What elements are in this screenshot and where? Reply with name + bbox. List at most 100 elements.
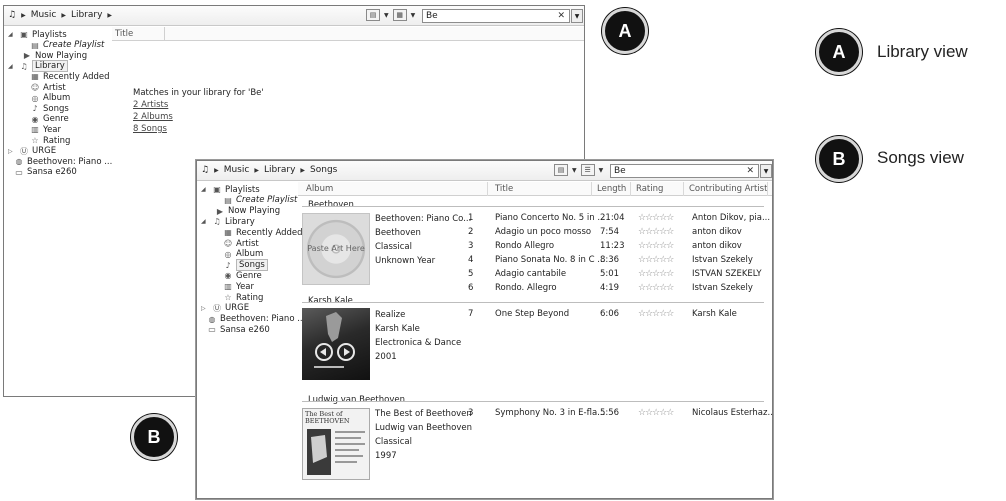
music-note-icon[interactable]: ♫ [8, 10, 16, 20]
nav-item-13[interactable]: ▭ Sansa e260 [14, 167, 77, 178]
view-tools: ▤ ▼ ☰ ▼ [554, 164, 603, 176]
track-row[interactable]: 2 Adagio un poco mosso 7:54 ☆☆☆☆☆ anton diko… [302, 226, 764, 240]
album-artist: Ludwig van Beethoven [375, 423, 472, 433]
expand-toggle-icon[interactable]: ◢ [201, 186, 209, 193]
expand-toggle-icon[interactable]: ▷ [8, 148, 16, 155]
nav-item-4[interactable]: ▦ Recently Added [30, 71, 109, 82]
music-note-icon: ♫ [213, 217, 221, 227]
nav-item-3[interactable]: ◢ ♫ Library [201, 216, 255, 227]
songs-view-window: ♫ ▶ Music ▶ Library ▶ Songs ▤ ▼ ☰ ▼ Be ✕… [196, 160, 773, 499]
column-length[interactable]: Length [597, 184, 626, 194]
music-note-icon[interactable]: ♫ [201, 165, 209, 175]
search-input[interactable]: Be ✕ [610, 164, 759, 178]
expand-toggle-icon[interactable]: ▷ [201, 305, 209, 312]
nav-item-5[interactable]: ☺ Artist [223, 238, 259, 249]
track-length: 7:54 [600, 227, 620, 237]
nav-item-label: Album [236, 249, 264, 260]
nav-item-0[interactable]: ◢ ▣ Playlists [8, 29, 67, 40]
nav-item-5[interactable]: ☺ Artist [30, 82, 66, 93]
nav-item-2[interactable]: ▶ Now Playing [215, 206, 280, 217]
chevron-down-icon[interactable]: ▼ [572, 167, 577, 174]
track-row[interactable]: 7 One Step Beyond 6:06 ☆☆☆☆☆ Karsh Kale [302, 308, 764, 322]
search-dropdown-icon[interactable]: ▼ [760, 164, 772, 178]
nav-item-9[interactable]: ▥ Year [30, 124, 61, 135]
layout-options-icon[interactable]: ▦ [392, 9, 407, 21]
chevron-right-icon: ▶ [300, 166, 306, 174]
rating-stars[interactable]: ☆☆☆☆☆ [638, 309, 674, 319]
nav-item-1[interactable]: ▤ Create Playlist [30, 40, 104, 51]
track-row[interactable]: 4 Piano Sonata No. 8 in C ... 8:36 ☆☆☆☆☆ Ist… [302, 254, 764, 268]
nav-item-7[interactable]: ♪ Songs [30, 103, 69, 114]
nav-item-7[interactable]: ♪ Songs [223, 259, 268, 272]
match-artists-link[interactable]: 2 Artists [133, 99, 264, 111]
breadcrumb-songs[interactable]: Songs [310, 165, 337, 175]
nav-item-6[interactable]: ◎ Album [30, 93, 71, 104]
nav-item-label: Genre [43, 114, 69, 125]
match-songs-link[interactable]: 8 Songs [133, 123, 264, 135]
nav-item-11[interactable]: ▷ Ⓤ URGE [201, 303, 249, 314]
group-header[interactable]: Beethoven [308, 200, 357, 210]
track-no: 3 [468, 241, 474, 251]
track-title: Piano Concerto No. 5 in ... [495, 213, 606, 223]
view-options-icon[interactable]: ▤ [554, 164, 568, 176]
toolbar: ♫ ▶ Music ▶ Library ▶ ▤ ▼ ▦ ▼ Be ✕ ▼ [4, 6, 584, 26]
music-note-icon: ♫ [20, 61, 28, 71]
track-row[interactable]: 3 Symphony No. 3 in E-fla... 5:56 ☆☆☆☆☆ Nico… [302, 407, 772, 421]
nav-item-1[interactable]: ▤ Create Playlist [223, 195, 297, 206]
search-dropdown-icon[interactable]: ▼ [571, 9, 583, 23]
rating-stars[interactable]: ☆☆☆☆☆ [638, 213, 674, 223]
nav-item-13[interactable]: ▭ Sansa e260 [207, 324, 270, 335]
expand-toggle-icon[interactable]: ◢ [8, 31, 16, 38]
expand-toggle-icon[interactable]: ◢ [201, 218, 209, 225]
view-options-icon[interactable]: ▤ [366, 9, 380, 21]
nav-item-3[interactable]: ◢ ♫ Library [8, 60, 68, 73]
nav-item-9[interactable]: ▥ Year [223, 281, 254, 292]
expand-toggle-icon[interactable]: ◢ [8, 63, 16, 70]
breadcrumb-music[interactable]: Music [31, 10, 57, 20]
chevron-right-icon: ▶ [61, 11, 66, 19]
breadcrumb-library[interactable]: Library [71, 10, 102, 20]
rating-stars[interactable]: ☆☆☆☆☆ [638, 255, 674, 265]
search-input[interactable]: Be ✕ [422, 9, 570, 23]
group-header[interactable]: Ludwig van Beethoven [308, 395, 408, 405]
nav-item-10[interactable]: ☆ Rating [30, 135, 70, 146]
album-genre: Electronica & Dance [375, 338, 462, 348]
match-albums-link[interactable]: 2 Albums [133, 111, 264, 123]
rating-stars[interactable]: ☆☆☆☆☆ [638, 269, 674, 279]
rating-stars[interactable]: ☆☆☆☆☆ [638, 241, 674, 251]
nav-item-10[interactable]: ☆ Rating [223, 292, 263, 303]
column-album[interactable]: Album [306, 184, 333, 194]
rating-stars[interactable]: ☆☆☆☆☆ [638, 408, 674, 418]
nav-item-8[interactable]: ◉ Genre [30, 114, 69, 125]
track-row[interactable]: 1 Piano Concerto No. 5 in ... 21:04 ☆☆☆☆☆ An… [302, 212, 770, 226]
nav-item-8[interactable]: ◉ Genre [223, 270, 262, 281]
clear-search-icon[interactable]: ✕ [746, 165, 754, 177]
chevron-down-icon[interactable]: ▼ [384, 12, 389, 19]
now-playing-icon: ▶ [23, 51, 31, 61]
nav-item-label: Songs [43, 103, 69, 114]
track-row[interactable]: 5 Adagio cantabile 5:01 ☆☆☆☆☆ ISTVAN SZEKELY [302, 268, 764, 282]
track-row[interactable]: 6 Rondo. Allegro 4:19 ☆☆☆☆☆ Istvan Szekely [302, 282, 764, 296]
chevron-right-icon: ▶ [254, 166, 259, 174]
nav-item-12[interactable]: ◍ Beethoven: Piano ... [14, 156, 113, 167]
nav-item-4[interactable]: ▦ Recently Added [223, 227, 302, 238]
column-rating[interactable]: Rating [636, 184, 663, 194]
clear-search-icon[interactable]: ✕ [557, 10, 565, 22]
breadcrumb-music[interactable]: Music [224, 165, 250, 175]
nav-item-11[interactable]: ▷ Ⓤ URGE [8, 146, 56, 157]
group-header[interactable]: Karsh Kale [308, 296, 356, 306]
rating-stars[interactable]: ☆☆☆☆☆ [638, 283, 674, 293]
layout-options-icon[interactable]: ☰ [580, 164, 595, 176]
breadcrumb-library[interactable]: Library [264, 165, 295, 175]
track-row[interactable]: 3 Rondo Allegro 11:23 ☆☆☆☆☆ anton dikov [302, 240, 764, 254]
chevron-down-icon[interactable]: ▼ [599, 167, 604, 174]
rating-stars[interactable]: ☆☆☆☆☆ [638, 227, 674, 237]
chevron-down-icon[interactable]: ▼ [411, 12, 416, 19]
column-contributing-artist[interactable]: Contributing Artist [689, 184, 767, 194]
column-title[interactable]: Title [495, 184, 513, 194]
column-title[interactable]: Title [115, 29, 133, 39]
legend-b-badge: B [816, 136, 862, 182]
nav-item-0[interactable]: ◢ ▣ Playlists [201, 184, 260, 195]
nav-item-12[interactable]: ◍ Beethoven: Piano ... [207, 314, 306, 325]
chevron-right-icon[interactable]: ▶ [107, 12, 112, 19]
